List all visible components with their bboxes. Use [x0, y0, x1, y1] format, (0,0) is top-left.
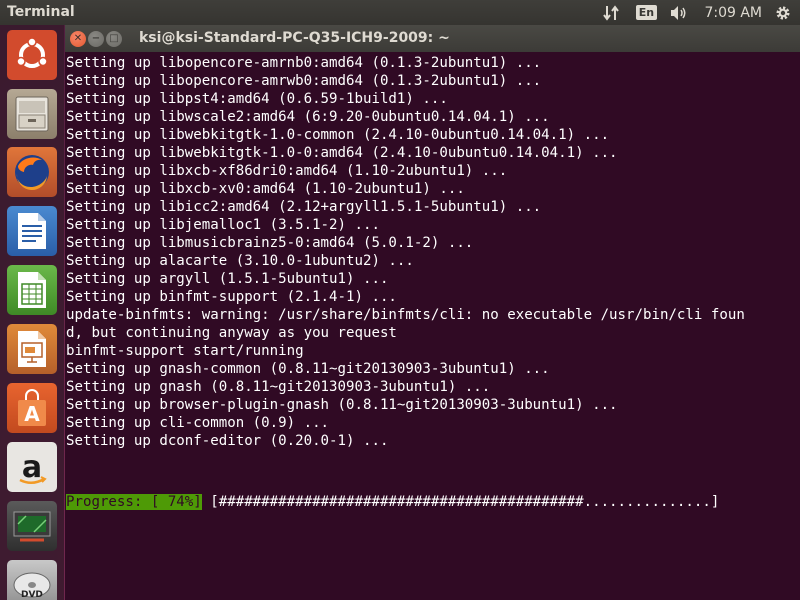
gear-icon[interactable] [772, 0, 794, 25]
calc-button[interactable] [7, 265, 57, 315]
ubuntu-logo-icon [16, 37, 48, 68]
top-panel: Terminal En 7:09 AM [0, 0, 800, 25]
terminal-line: Setting up libmusicbrainz5-0:amd64 (5.0.… [66, 235, 474, 251]
terminal-output[interactable]: Setting up libopencore-amrnb0:amd64 (0.1… [65, 52, 800, 600]
ubuntu-dash-button[interactable] [7, 30, 57, 80]
calc-icon [18, 272, 46, 308]
close-button[interactable]: ✕ [70, 31, 86, 47]
volume-icon[interactable] [666, 0, 692, 25]
writer-button[interactable] [7, 206, 57, 256]
terminal-line: Setting up gnash (0.8.11~git20130903-3ub… [66, 379, 491, 395]
file-cabinet-icon [15, 96, 49, 132]
clock[interactable]: 7:09 AM [704, 5, 762, 21]
dvd-button[interactable]: DVD [7, 560, 57, 600]
minimize-icon: − [91, 33, 101, 44]
workspace-switcher-button[interactable] [7, 501, 57, 551]
maximize-icon: □ [109, 33, 119, 44]
keyboard-layout-indicator[interactable]: En [632, 0, 660, 25]
svg-text:A: A [24, 402, 40, 426]
shopping-bag-icon: A [18, 389, 46, 426]
terminal-line: Setting up libicc2:amd64 (2.12+argyll1.5… [66, 199, 542, 215]
terminal-line: Setting up libxcb-xf86dri0:amd64 (1.10-2… [66, 163, 508, 179]
impress-icon [18, 331, 46, 367]
terminal-line: Setting up dconf-editor (0.20.0-1) ... [66, 433, 389, 449]
apt-progress-row: Progress: [ 74%] [######################… [66, 493, 719, 511]
minimize-button[interactable]: − [88, 31, 104, 47]
svg-text:a: a [22, 450, 42, 485]
terminal-line: Setting up libopencore-amrwb0:amd64 (0.1… [66, 73, 542, 89]
terminal-line: Setting up argyll (1.5.1-5ubuntu1) ... [66, 271, 389, 287]
terminal-line: Setting up cli-common (0.9) ... [66, 415, 330, 431]
files-button[interactable] [7, 89, 57, 139]
terminal-line: Setting up libwebkitgtk-1.0-common (2.4.… [66, 127, 610, 143]
terminal-line: Setting up alacarte (3.10.0-1ubuntu2) ..… [66, 253, 414, 269]
terminal-window: ✕ − □ ksi@ksi-Standard-PC-Q35-ICH9-2009:… [65, 25, 800, 600]
app-title: Terminal [7, 4, 75, 20]
progress-label: Progress: [ 74%] [66, 494, 202, 510]
terminal-line: binfmt-support start/running [66, 343, 304, 359]
progress-bar: [#######################################… [201, 494, 720, 510]
close-icon: ✕ [73, 33, 83, 44]
maximize-button[interactable]: □ [106, 31, 122, 47]
terminal-line: Setting up libopencore-amrnb0:amd64 (0.1… [66, 55, 542, 71]
terminal-line: Setting up libpst4:amd64 (0.6.59-1build1… [66, 91, 448, 107]
terminal-line: Setting up libwebkitgtk-1.0-0:amd64 (2.4… [66, 145, 618, 161]
terminal-line: Setting up binfmt-support (2.1.4-1) ... [66, 289, 397, 305]
amazon-icon: a [19, 450, 47, 485]
window-title: ksi@ksi-Standard-PC-Q35-ICH9-2009: ~ [139, 30, 450, 46]
impress-button[interactable] [7, 324, 57, 374]
terminal-line: Setting up libwscale2:amd64 (6:9.20-0ubu… [66, 109, 550, 125]
writer-icon [18, 213, 46, 249]
launcher: A a DVD [0, 25, 64, 600]
terminal-line: Setting up gnash-common (0.8.11~git20130… [66, 361, 550, 377]
workspace-icon [13, 511, 51, 542]
terminal-line: update-binfmts: warning: /usr/share/binf… [66, 307, 745, 323]
dvd-label: DVD [21, 590, 43, 600]
indicator-area: En 7:09 AM [598, 0, 800, 25]
terminal-line: Setting up browser-plugin-gnash (0.8.11~… [66, 397, 618, 413]
firefox-button[interactable] [7, 147, 57, 197]
keyboard-icon: En [635, 5, 658, 20]
window-titlebar[interactable]: ✕ − □ ksi@ksi-Standard-PC-Q35-ICH9-2009:… [65, 25, 800, 52]
terminal-line: Setting up libjemalloc1 (3.5.1-2) ... [66, 217, 380, 233]
terminal-line: Setting up libxcb-xv0:amd64 (1.10-2ubunt… [66, 181, 465, 197]
network-updown-icon[interactable] [598, 0, 624, 25]
terminal-line: d, but continuing anyway as you request [66, 325, 397, 341]
amazon-button[interactable]: a [7, 442, 57, 492]
firefox-icon [15, 155, 49, 191]
ubuntu-software-button[interactable]: A [7, 383, 57, 433]
